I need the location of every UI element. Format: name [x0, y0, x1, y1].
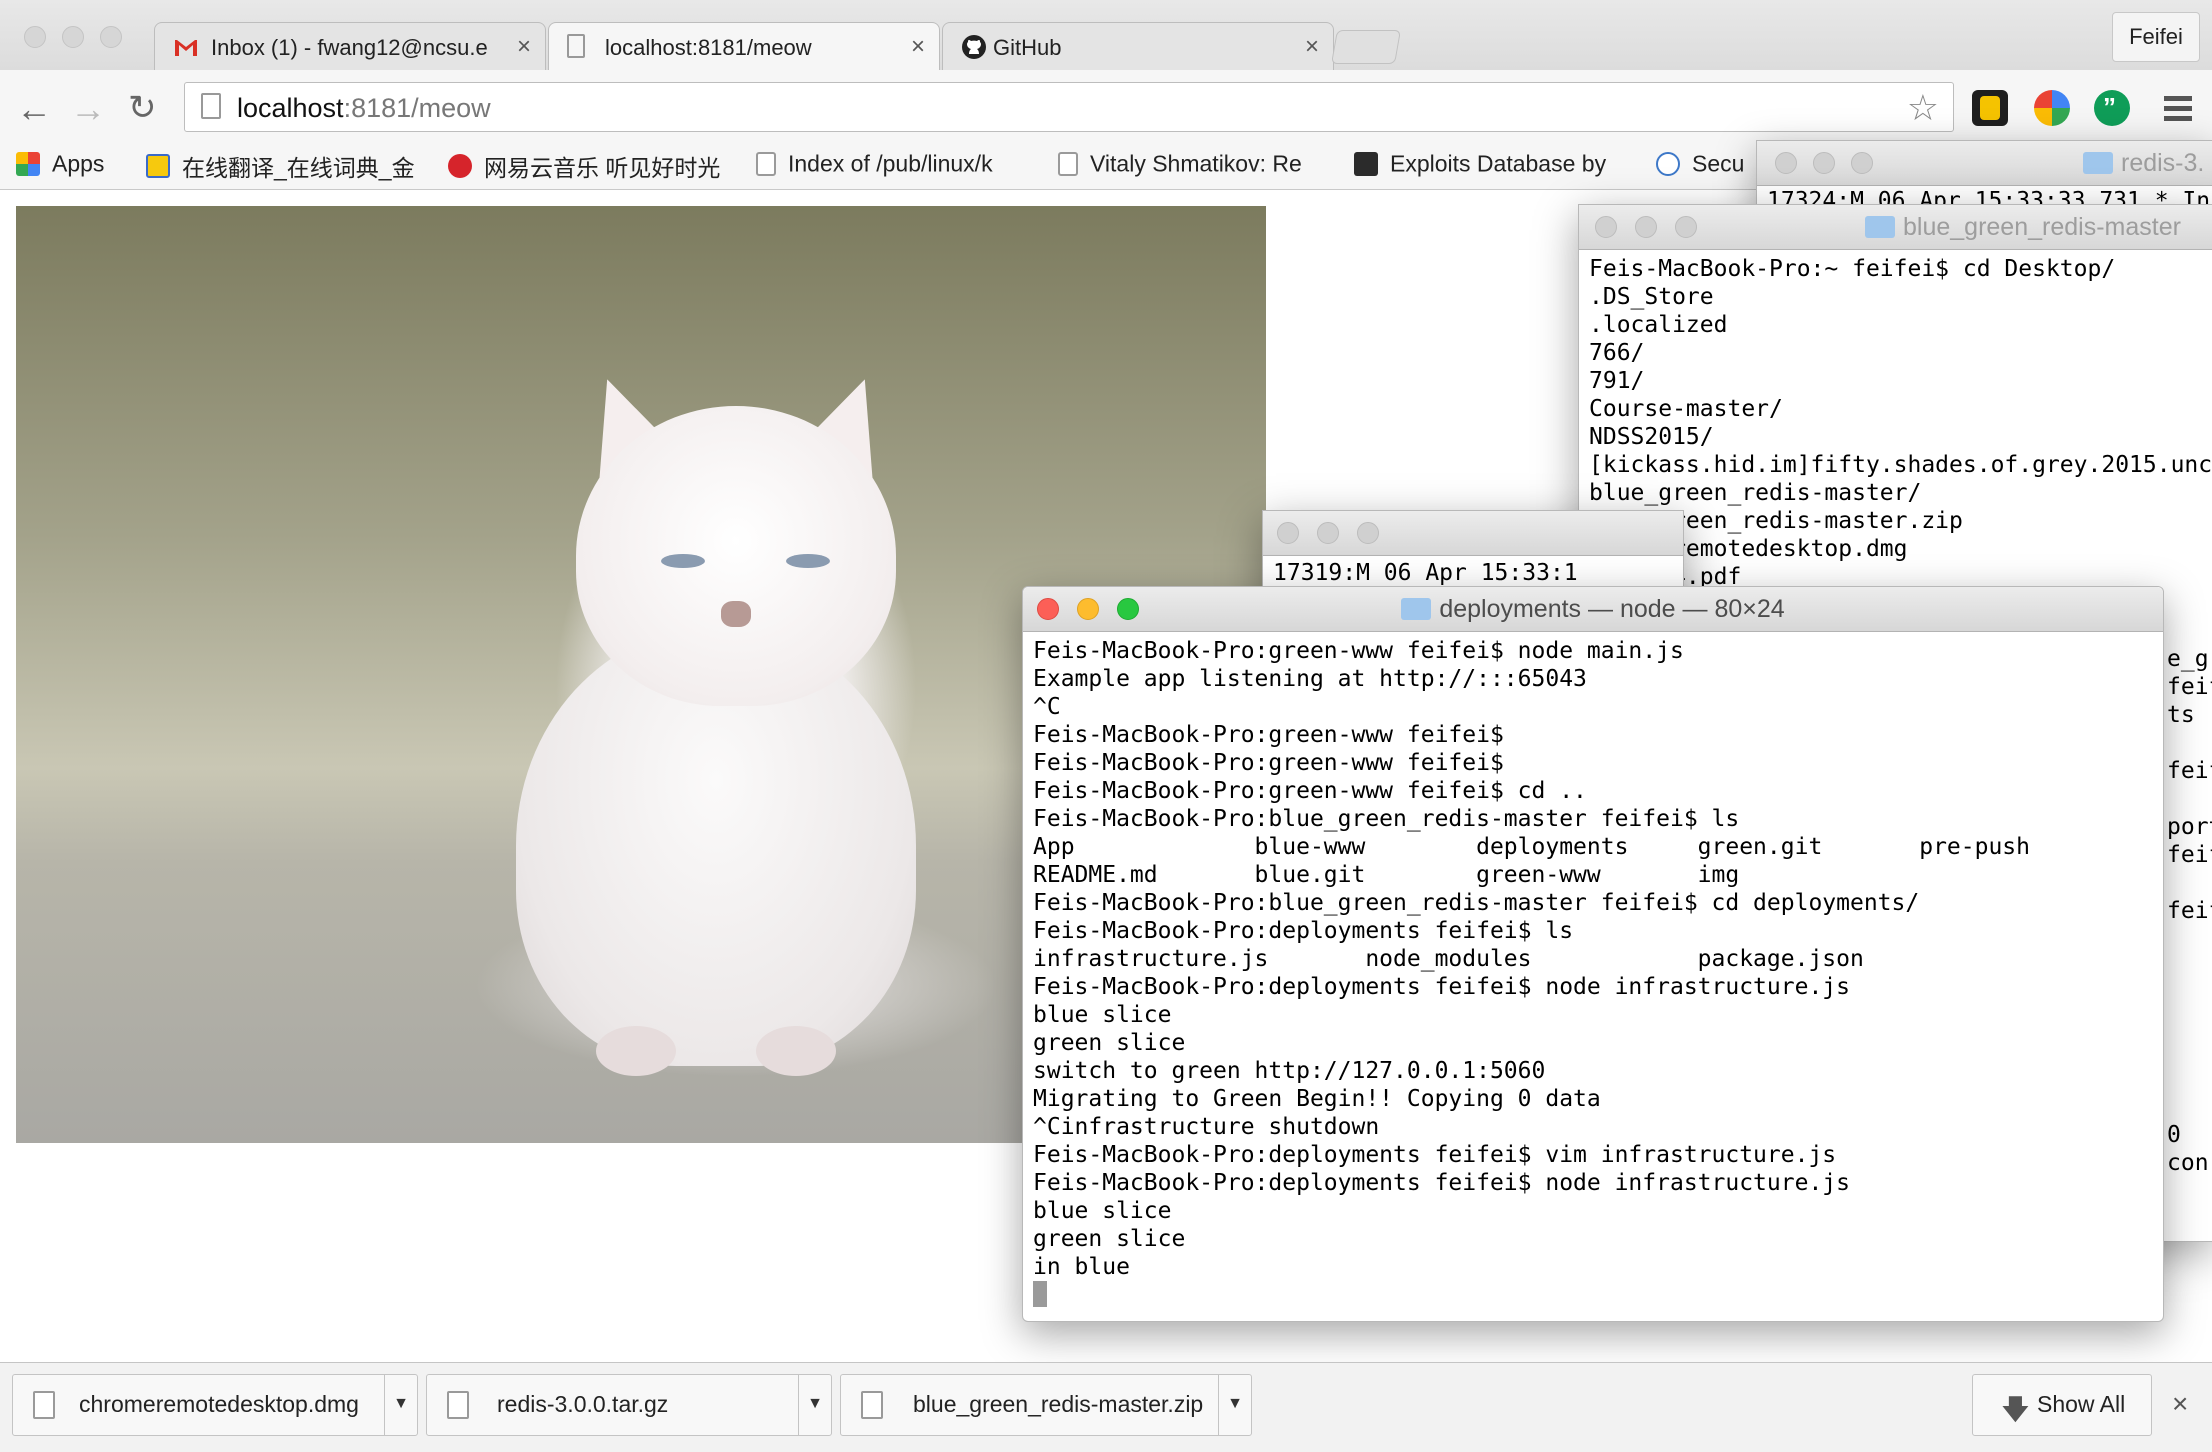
terminal-window-deployments[interactable]: deployments — node — 80×24 Feis-MacBook-… [1022, 586, 2164, 1322]
address-bar[interactable]: localhost:8181/meow ☆ [184, 82, 1954, 132]
bookmark-label: Vitaly Shmatikov: Re [1090, 150, 1302, 177]
tab-close-icon[interactable]: × [911, 33, 925, 61]
security-icon [1656, 151, 1680, 176]
show-all-downloads-button[interactable]: 🡇 Show All [1972, 1374, 2152, 1436]
minimize-button[interactable] [1813, 152, 1835, 174]
bookmark-exploit-db[interactable]: Exploits Database by [1354, 149, 1630, 185]
show-all-label: Show All [2037, 1391, 2126, 1417]
bookmark-label: Exploits Database by [1390, 150, 1607, 177]
tab-label: Inbox (1) - fwang12@ncsu.e [211, 35, 488, 60]
download-item-blue-green[interactable]: blue_green_redis-master.zip ▼ [840, 1374, 1252, 1436]
tab-close-icon[interactable]: × [1305, 33, 1319, 61]
chrome-menu-icon[interactable] [2160, 92, 2196, 128]
terminal-title: redis-3. [2083, 149, 2212, 178]
bookmark-label: 网易云音乐 听见好时光 [484, 155, 721, 181]
forward-arrow-icon[interactable]: → [70, 88, 106, 130]
evernote-extension-icon[interactable] [1972, 90, 2008, 126]
tab-localhost[interactable]: localhost:8181/meow × [548, 22, 940, 70]
download-item-chromeremotedesktop[interactable]: chromeremotedesktop.dmg ▼ [12, 1374, 418, 1436]
terminal-cursor [1033, 1281, 1047, 1307]
bookmark-linux-index[interactable]: Index of /pub/linux/k [756, 149, 1024, 185]
page-icon [756, 151, 776, 176]
bookmark-label: 在线翻译_在线词典_金 [182, 155, 415, 181]
url-host: localhost [237, 93, 344, 123]
terminal-title: blue_green_redis-master [1865, 213, 2212, 242]
hangouts-extension-icon[interactable]: ” [2094, 90, 2130, 126]
zoom-button[interactable] [1675, 216, 1697, 238]
terminal-title-text: blue_green_redis-master [1903, 213, 2181, 241]
file-icon [447, 1391, 469, 1419]
tab-label: GitHub [993, 35, 1062, 60]
netease-music-icon [448, 154, 472, 178]
close-button[interactable] [1595, 216, 1617, 238]
folder-icon [1865, 216, 1895, 238]
github-icon [962, 35, 986, 59]
terminal-title-text: redis-3. [2121, 149, 2205, 177]
chevron-down-icon[interactable]: ▼ [798, 1375, 831, 1435]
zoom-button[interactable] [1357, 522, 1379, 544]
new-tab-button[interactable] [1331, 30, 1401, 64]
dictionary-icon [146, 154, 170, 178]
file-icon [33, 1391, 55, 1419]
bookmark-netease-music[interactable]: 网易云音乐 听见好时光 [448, 149, 738, 185]
url-path: :8181/meow [343, 93, 491, 123]
tab-github[interactable]: GitHub × [942, 22, 1334, 70]
apps-grid-icon [16, 151, 40, 176]
download-arrow-icon: 🡇 [2001, 1394, 2030, 1425]
window-close-button[interactable] [24, 26, 46, 48]
minimize-button[interactable] [1635, 216, 1657, 238]
zoom-button[interactable] [1851, 152, 1873, 174]
download-item-redis[interactable]: redis-3.0.0.tar.gz ▼ [426, 1374, 832, 1436]
bookmark-shmatikov[interactable]: Vitaly Shmatikov: Re [1058, 149, 1324, 185]
chevron-down-icon[interactable]: ▼ [1218, 1375, 1251, 1435]
window-minimize-button[interactable] [62, 26, 84, 48]
url-text: localhost:8181/meow [237, 93, 491, 124]
tab-label: localhost:8181/meow [605, 35, 812, 60]
exploit-db-icon [1354, 151, 1378, 176]
bookmark-apps[interactable]: Apps [16, 149, 104, 185]
terminal-title-text: deployments — node — 80×24 [1439, 595, 1785, 623]
reload-icon[interactable]: ↻ [128, 88, 157, 128]
folder-icon [2083, 152, 2113, 174]
terminal-title: deployments — node — 80×24 [1023, 595, 2163, 624]
download-filename: redis-3.0.0.tar.gz [497, 1391, 669, 1417]
close-button[interactable] [1277, 522, 1299, 544]
terminal-output: Feis-MacBook-Pro:green-www feifei$ node … [1033, 637, 2030, 1309]
terminal-titlebar[interactable] [1263, 511, 1683, 556]
tab-close-icon[interactable]: × [517, 33, 531, 61]
terminal-output: 17319:M 06 Apr 15:33:1 [1273, 560, 1578, 586]
terminal-titlebar[interactable]: blue_green_redis-master [1579, 205, 2212, 250]
bookmark-label: Secu [1692, 150, 1745, 177]
close-button[interactable] [1775, 152, 1797, 174]
bookmark-label: Apps [52, 150, 105, 177]
page-info-icon[interactable] [201, 93, 221, 119]
bookmark-dictionary[interactable]: 在线翻译_在线词典_金 [146, 149, 416, 185]
close-downloads-icon[interactable]: × [2172, 1388, 2188, 1420]
chevron-down-icon[interactable]: ▼ [384, 1375, 417, 1435]
profile-button[interactable]: Feifei [2112, 12, 2200, 62]
terminal-titlebar[interactable]: deployments — node — 80×24 [1023, 587, 2163, 632]
download-filename: chromeremotedesktop.dmg [79, 1391, 359, 1417]
tab-inbox[interactable]: Inbox (1) - fwang12@ncsu.e × [154, 22, 546, 70]
bookmark-star-icon[interactable]: ☆ [1907, 87, 1939, 129]
page-icon [1058, 151, 1078, 176]
back-arrow-icon[interactable]: ← [16, 88, 52, 130]
terminal-output-fragments: e_gr feif ts feif port feif feif 0 con [2167, 646, 2212, 1176]
bookmark-security[interactable]: Secu [1656, 149, 1756, 185]
gmail-icon [175, 40, 197, 56]
zip-file-icon [861, 1391, 883, 1419]
tab-strip: Inbox (1) - fwang12@ncsu.e × localhost:8… [0, 0, 2212, 70]
minimize-button[interactable] [1317, 522, 1339, 544]
folder-icon [1401, 598, 1432, 620]
window-zoom-button[interactable] [100, 26, 122, 48]
bookmark-label: Index of /pub/linux/k [788, 150, 993, 177]
page-icon [567, 34, 585, 58]
download-filename: blue_green_redis-master.zip [913, 1391, 1204, 1417]
terminal-titlebar[interactable]: redis-3. [1757, 141, 2212, 186]
google-drive-extension-icon[interactable] [2034, 90, 2070, 126]
